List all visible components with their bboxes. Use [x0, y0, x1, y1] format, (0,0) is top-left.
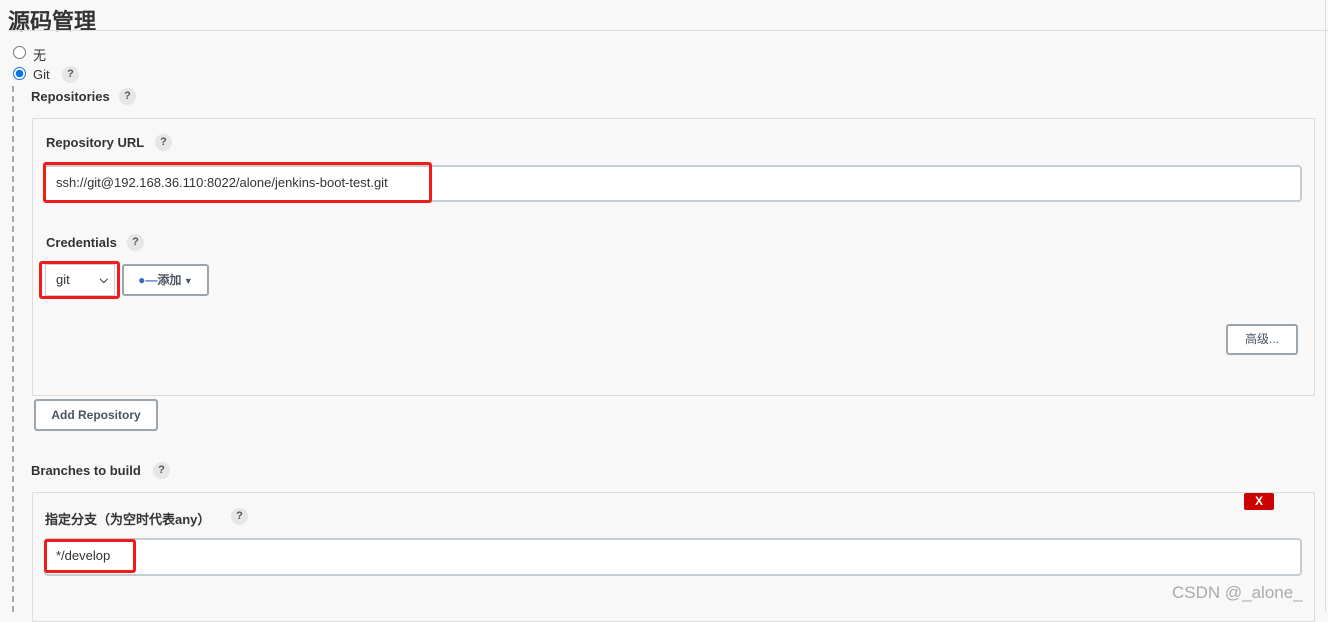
- highlight-box: [43, 162, 432, 203]
- help-icon[interactable]: ?: [155, 134, 172, 151]
- advanced-button[interactable]: 高级...: [1226, 324, 1298, 355]
- delete-branch-button[interactable]: X: [1244, 493, 1274, 510]
- highlight-box: [39, 261, 120, 299]
- radio-none[interactable]: [13, 46, 26, 59]
- divider: [8, 30, 1328, 31]
- git-section-border: [12, 86, 14, 612]
- repository-panel: [32, 118, 1315, 396]
- help-icon[interactable]: ?: [153, 462, 170, 479]
- credentials-label: Credentials: [46, 235, 117, 250]
- highlight-box: [44, 539, 136, 573]
- branch-specifier-input[interactable]: */develop: [44, 538, 1302, 576]
- branch-specifier-label: 指定分支（为空时代表any）: [45, 512, 211, 527]
- help-icon[interactable]: ?: [127, 234, 144, 251]
- divider: [1325, 0, 1326, 612]
- add-repository-button[interactable]: Add Repository: [34, 399, 158, 431]
- repositories-label: Repositories: [31, 89, 110, 104]
- help-icon[interactable]: ?: [62, 66, 79, 83]
- radio-none-label: 无: [33, 48, 47, 63]
- radio-git[interactable]: [13, 67, 26, 80]
- radio-git-label: Git: [33, 67, 50, 82]
- branches-label: Branches to build: [31, 463, 141, 478]
- watermark: CSDN @_alone_: [1172, 583, 1303, 602]
- add-credentials-button[interactable]: ●—添加 ▼: [122, 264, 209, 296]
- add-label: 添加: [157, 273, 182, 287]
- help-icon[interactable]: ?: [231, 508, 248, 525]
- key-icon: ●—: [138, 273, 158, 287]
- section-title: 源码管理: [8, 9, 97, 34]
- help-icon[interactable]: ?: [119, 88, 136, 105]
- repository-url-label: Repository URL: [46, 135, 145, 150]
